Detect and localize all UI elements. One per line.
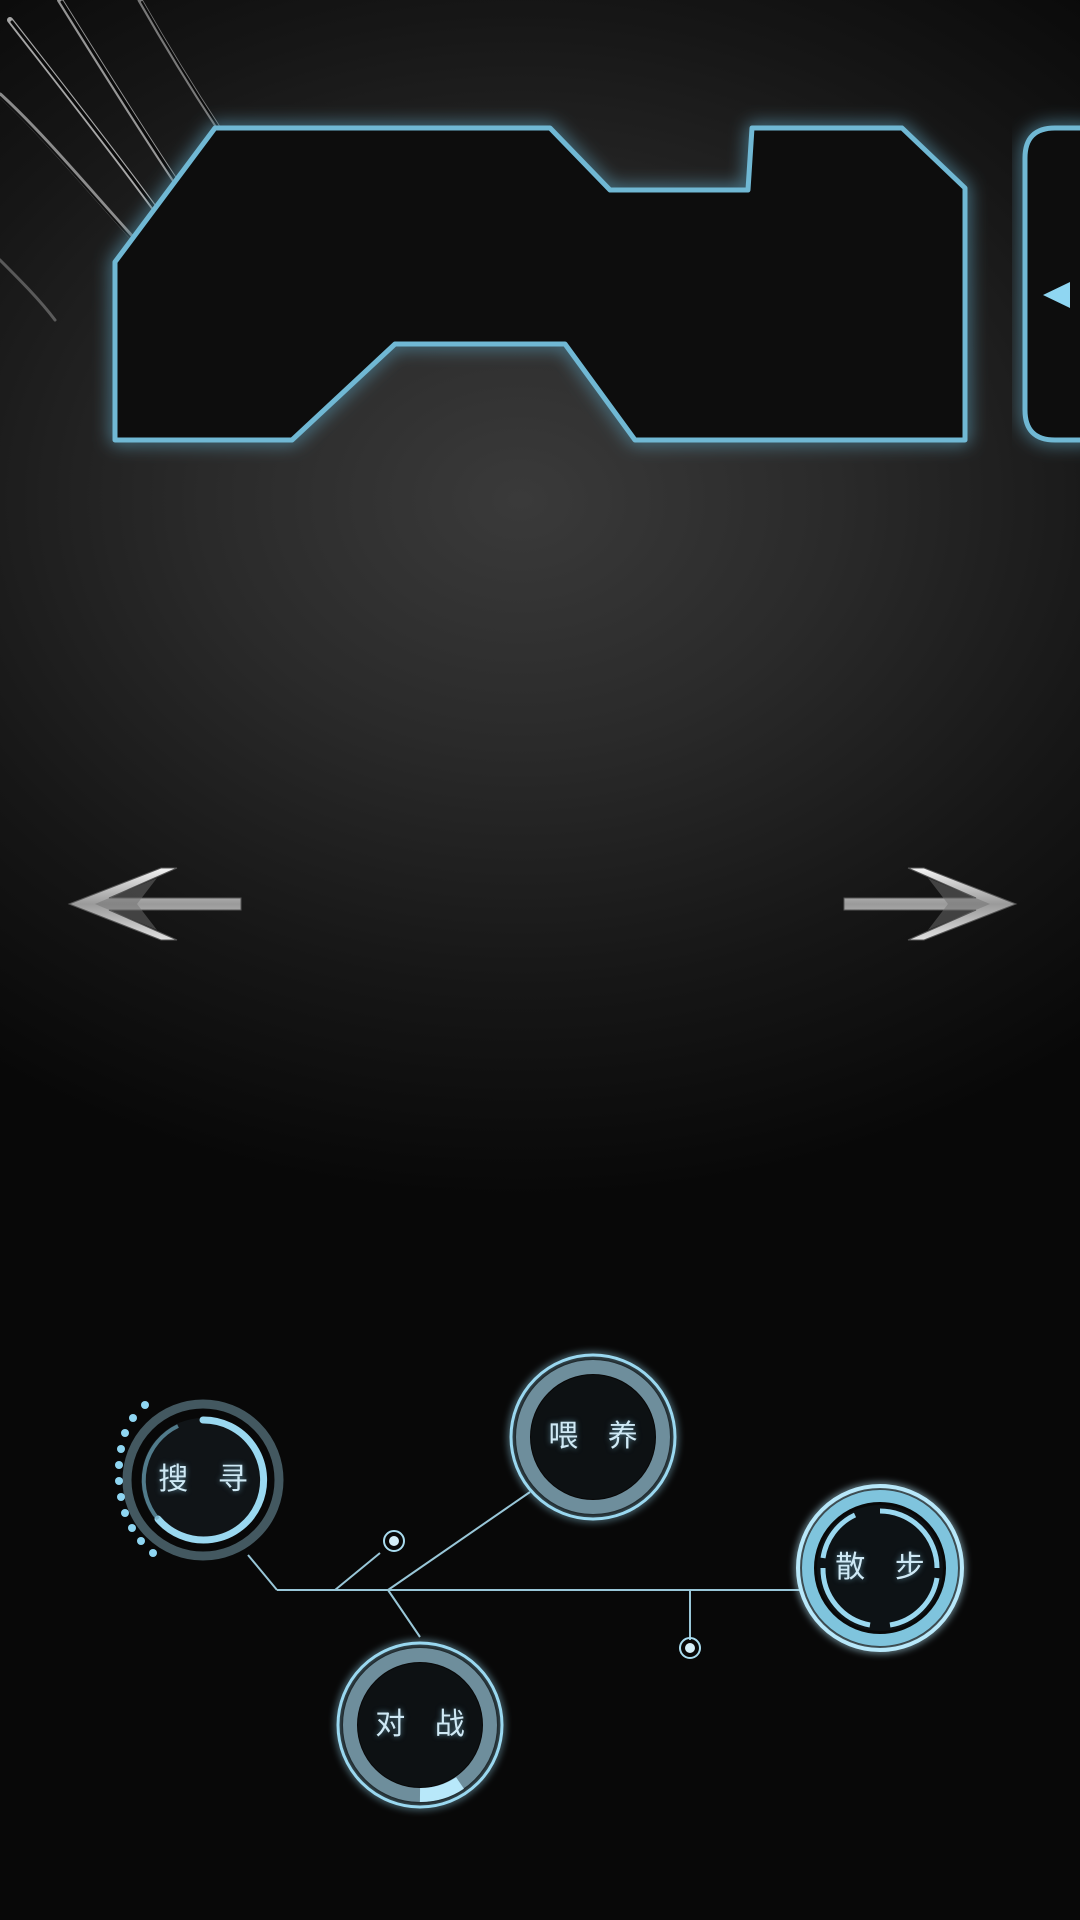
next-arrow-button[interactable] bbox=[840, 864, 1020, 944]
walk-button[interactable]: 散 步 bbox=[795, 1483, 965, 1653]
search-button[interactable]: 搜 寻 bbox=[115, 1395, 288, 1565]
search-label: 搜 寻 bbox=[158, 1462, 258, 1497]
side-tab-panel[interactable] bbox=[1022, 125, 1080, 443]
feed-button[interactable]: 喂 养 bbox=[508, 1352, 678, 1522]
battle-label: 对 战 bbox=[375, 1707, 475, 1742]
game-screen: 搜 寻 喂 养 散 步 对 战 bbox=[0, 0, 1080, 1920]
prev-arrow-button[interactable] bbox=[65, 864, 245, 944]
walk-label: 散 步 bbox=[835, 1550, 935, 1585]
arrow-left-icon bbox=[67, 867, 242, 941]
feed-label: 喂 养 bbox=[548, 1419, 648, 1454]
connector-dot-upper bbox=[380, 1527, 408, 1555]
angular-display-panel bbox=[112, 125, 968, 443]
arrow-right-icon bbox=[843, 867, 1018, 941]
battle-button[interactable]: 对 战 bbox=[335, 1640, 505, 1810]
connector-dot-lower bbox=[676, 1634, 704, 1662]
